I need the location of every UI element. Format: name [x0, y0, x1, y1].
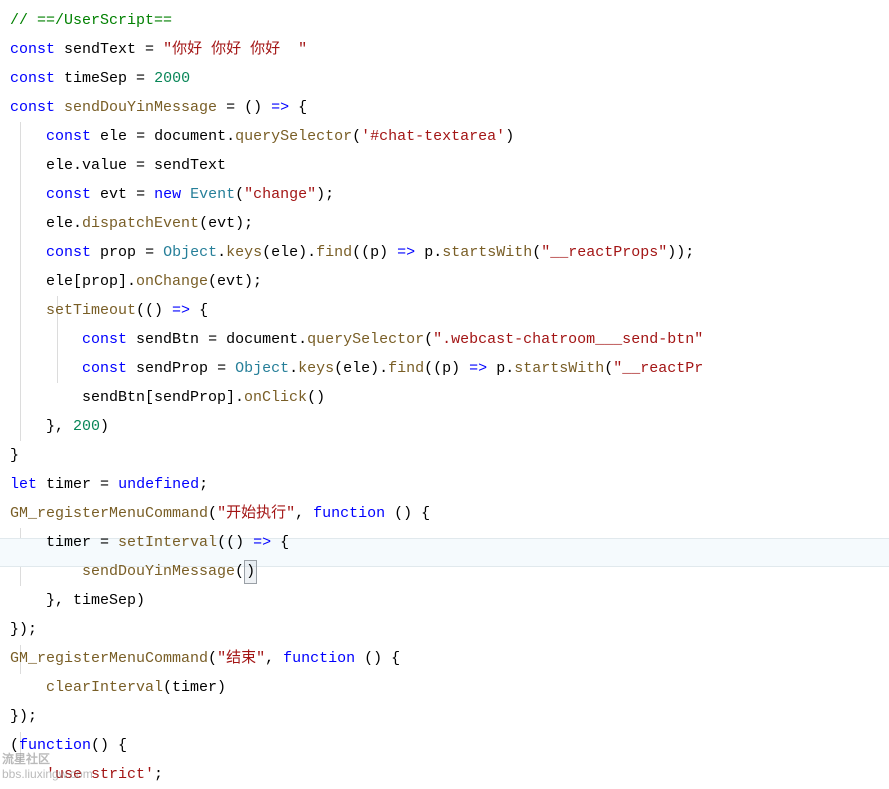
code-line: const ele = document.querySelector('#cha… — [10, 128, 514, 145]
code-line: sendBtn[sendProp].onClick() — [10, 389, 325, 406]
code-line: clearInterval(timer) — [10, 679, 226, 696]
code-line: const evt = new Event("change"); — [10, 186, 334, 203]
code-line: }, 200) — [10, 418, 109, 435]
code-line: ele.dispatchEvent(evt); — [10, 215, 253, 232]
code-line: ele[prop].onChange(evt); — [10, 273, 262, 290]
code-line: }, timeSep) — [10, 592, 145, 609]
code-line: GM_registerMenuCommand("结束", function ()… — [10, 650, 400, 667]
code-line: }); — [10, 708, 37, 725]
code-line: sendDouYinMessage() — [10, 563, 257, 580]
cursor: ) — [244, 560, 257, 584]
code-line: // ==/UserScript== — [10, 12, 172, 29]
code-line: const timeSep = 2000 — [10, 70, 190, 87]
code-line: const prop = Object.keys(ele).find((p) =… — [10, 244, 694, 261]
watermark-url: bbs.liuxingw.com — [2, 767, 93, 782]
code-line: const sendDouYinMessage = () => { — [10, 99, 307, 116]
code-line: }); — [10, 621, 37, 638]
code-line: const sendProp = Object.keys(ele).find((… — [10, 360, 703, 377]
code-line: const sendBtn = document.querySelector("… — [10, 331, 703, 348]
code-line: let timer = undefined; — [10, 476, 208, 493]
code-line: setTimeout(() => { — [10, 302, 208, 319]
code-line: const sendText = "你好 你好 你好 " — [10, 41, 307, 58]
code-line: timer = setInterval(() => { — [10, 534, 289, 551]
code-line: GM_registerMenuCommand("开始执行", function … — [10, 505, 430, 522]
watermark: 流星社区 bbs.liuxingw.com — [2, 752, 93, 782]
watermark-title: 流星社区 — [2, 752, 93, 767]
code-line: ele.value = sendText — [10, 157, 226, 174]
code-block: // ==/UserScript== const sendText = "你好 … — [10, 6, 889, 789]
code-line: } — [10, 447, 19, 464]
